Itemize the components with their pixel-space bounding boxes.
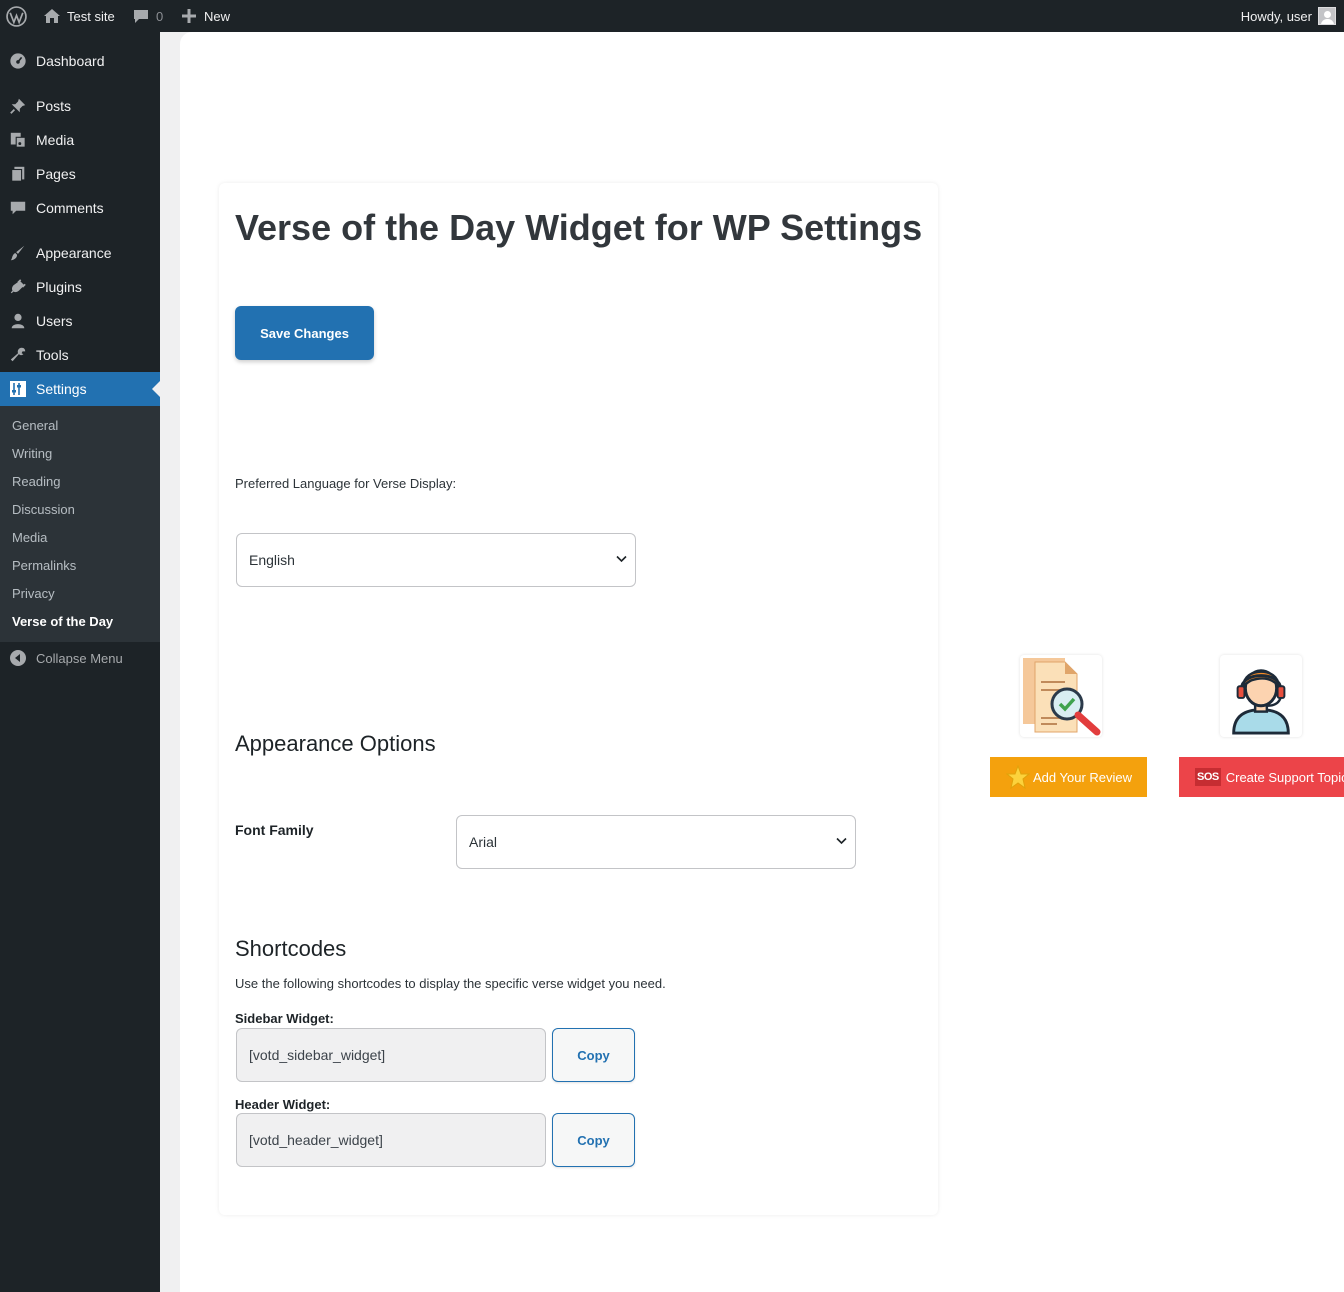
comment-bubble-icon <box>134 9 148 23</box>
brush-icon <box>0 244 36 262</box>
sidebar-item-label: Dashboard <box>36 53 105 69</box>
support-agent-icon <box>1220 655 1302 737</box>
sidebar-item-label: Appearance <box>36 245 112 261</box>
sos-icon: SOS <box>1195 768 1221 786</box>
create-support-topic-button[interactable]: SOS Create Support Topic <box>1179 757 1344 797</box>
sidebar-item-pages[interactable]: Pages <box>0 157 160 191</box>
copy-sidebar-shortcode-button[interactable]: Copy <box>552 1028 635 1082</box>
new-label: New <box>204 8 231 24</box>
appearance-heading: Appearance Options <box>235 731 436 756</box>
sliders-icon <box>0 381 36 397</box>
sidebar-item-label: Tools <box>36 347 69 363</box>
submenu-privacy[interactable]: Privacy <box>12 586 55 601</box>
language-selected-value: English <box>249 552 295 568</box>
add-review-button[interactable]: Add Your Review <box>990 757 1147 797</box>
submenu-general[interactable]: General <box>12 418 58 433</box>
wordpress-logo-icon[interactable] <box>6 0 27 32</box>
settings-submenu: General Writing Reading Discussion Media… <box>0 406 160 642</box>
font-family-select[interactable]: Arial <box>456 815 856 869</box>
create-support-topic-label: Create Support Topic <box>1225 769 1344 785</box>
wrench-icon <box>0 346 36 364</box>
site-name: Test site <box>67 8 115 24</box>
sidebar-item-users[interactable]: Users <box>0 304 160 338</box>
chevron-down-icon <box>616 555 627 563</box>
sidebar-item-label: Comments <box>36 200 104 216</box>
media-icon <box>0 131 36 149</box>
sidebar-widget-shortcode: [votd_sidebar_widget] <box>249 1047 386 1063</box>
user-icon <box>0 312 36 330</box>
submenu-discussion[interactable]: Discussion <box>12 502 75 517</box>
header-widget-shortcode: [votd_header_widget] <box>249 1132 383 1148</box>
submenu-permalinks[interactable]: Permalinks <box>12 558 76 573</box>
admin-sidebar: Dashboard Posts Media Pages Comments App… <box>0 32 160 1292</box>
font-family-selected-value: Arial <box>469 834 498 850</box>
pin-icon <box>0 97 36 115</box>
dashboard-icon <box>0 52 36 70</box>
account-menu[interactable]: Howdy, user <box>1241 0 1336 32</box>
collapse-menu-button[interactable]: Collapse Menu <box>0 646 160 670</box>
collapse-menu-label: Collapse Menu <box>36 650 123 666</box>
copy-header-shortcode-button[interactable]: Copy <box>552 1113 635 1167</box>
comments-count: 0 <box>156 8 164 24</box>
shortcodes-description: Use the following shortcodes to display … <box>235 976 666 991</box>
sidebar-item-settings[interactable]: Settings <box>0 372 160 406</box>
pages-icon <box>0 165 36 183</box>
font-family-label: Font Family <box>235 822 314 838</box>
sidebar-widget-label: Sidebar Widget: <box>235 1011 334 1026</box>
shortcodes-heading: Shortcodes <box>235 936 347 961</box>
comments-link[interactable]: 0 <box>133 0 163 32</box>
chevron-down-icon <box>836 837 847 845</box>
submenu-writing[interactable]: Writing <box>12 446 52 461</box>
site-name-link[interactable]: Test site <box>43 0 115 32</box>
language-select[interactable]: English <box>236 533 636 587</box>
save-changes-button[interactable]: Save Changes <box>235 306 374 360</box>
new-content-link[interactable]: New <box>182 0 230 32</box>
add-review-label: Add Your Review <box>1033 769 1133 785</box>
admin-bar: Test site 0 New Howdy, user <box>0 0 1344 32</box>
header-widget-shortcode-field[interactable]: [votd_header_widget] <box>236 1113 546 1167</box>
sidebar-item-label: Plugins <box>36 279 82 295</box>
submenu-media[interactable]: Media <box>12 530 47 545</box>
plug-icon <box>0 278 36 296</box>
sidebar-item-comments[interactable]: Comments <box>0 191 160 225</box>
avatar <box>1318 7 1336 25</box>
sidebar-item-label: Posts <box>36 98 72 114</box>
submenu-verse-of-the-day[interactable]: Verse of the Day <box>12 614 113 629</box>
sidebar-item-media[interactable]: Media <box>0 123 160 157</box>
page-title: Verse of the Day Widget for WP Settings <box>235 207 923 248</box>
sidebar-item-label: Media <box>36 132 75 148</box>
submenu-reading[interactable]: Reading <box>12 474 60 489</box>
home-icon <box>44 9 60 23</box>
howdy-text: Howdy, user <box>1240 8 1312 24</box>
language-label: Preferred Language for Verse Display: <box>235 476 457 491</box>
sidebar-item-tools[interactable]: Tools <box>0 338 160 372</box>
sidebar-widget-shortcode-field[interactable]: [votd_sidebar_widget] <box>236 1028 546 1082</box>
review-document-icon <box>1020 655 1102 737</box>
sidebar-item-label: Users <box>36 313 73 329</box>
sidebar-item-label: Settings <box>36 381 87 397</box>
sidebar-item-dashboard[interactable]: Dashboard <box>0 44 160 78</box>
plus-icon <box>182 9 196 23</box>
sidebar-item-appearance[interactable]: Appearance <box>0 236 160 270</box>
header-widget-label: Header Widget: <box>235 1097 331 1112</box>
sidebar-item-plugins[interactable]: Plugins <box>0 270 160 304</box>
comment-icon <box>0 199 36 217</box>
collapse-arrow-icon <box>0 650 36 666</box>
star-icon <box>1006 765 1030 789</box>
sidebar-item-posts[interactable]: Posts <box>0 89 160 123</box>
sidebar-item-label: Pages <box>36 166 76 182</box>
